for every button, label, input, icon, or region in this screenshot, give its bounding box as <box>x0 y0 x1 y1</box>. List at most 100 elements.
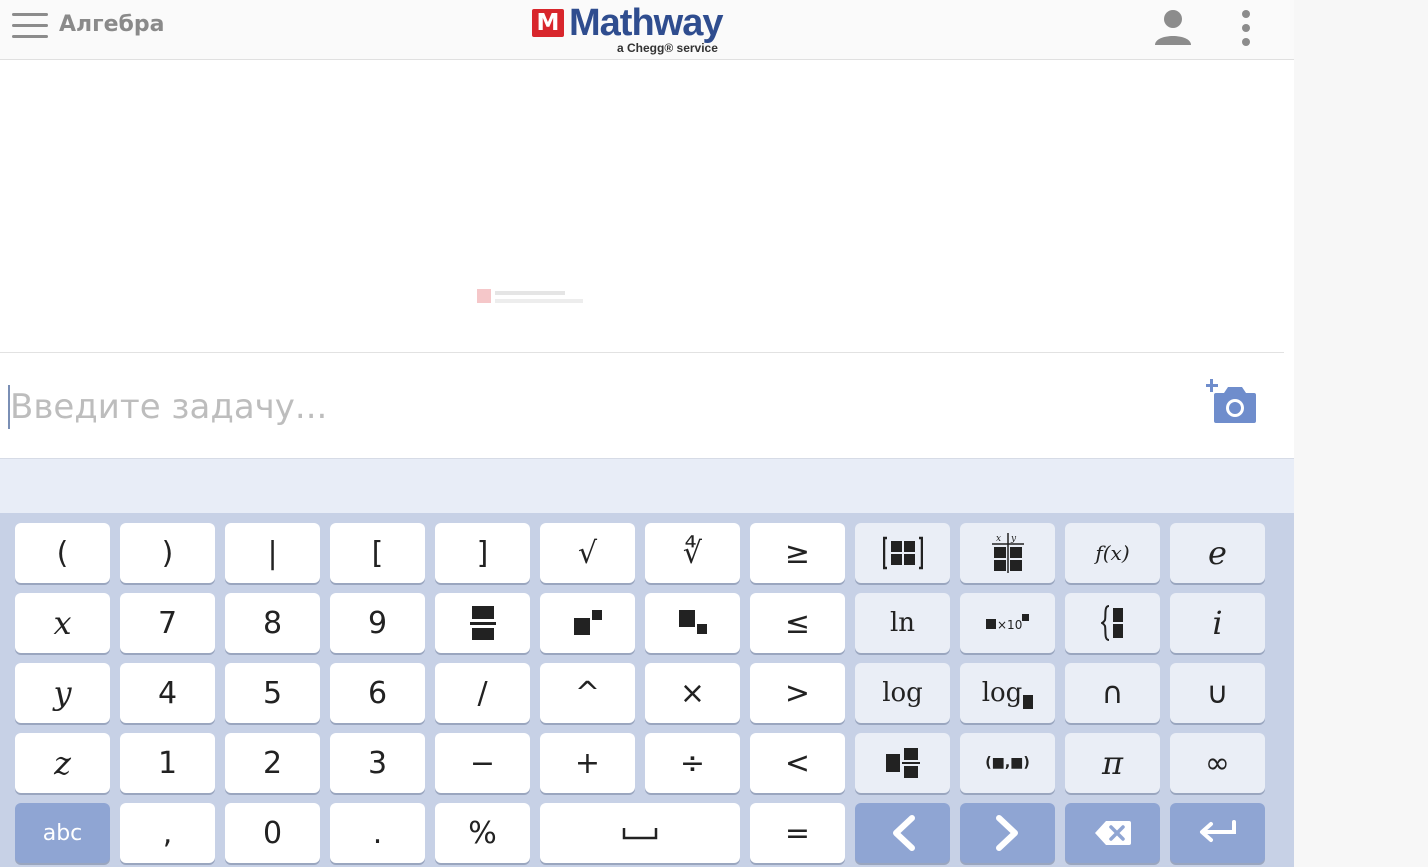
svg-text:y: y <box>1010 534 1017 544</box>
key-label: i <box>1212 604 1223 642</box>
matrix-icon <box>882 536 923 570</box>
sqrt-key[interactable]: √ <box>540 523 635 583</box>
caret-key[interactable]: ^ <box>540 663 635 723</box>
z-key[interactable]: z <box>15 733 110 793</box>
log-base-icon: log <box>982 677 1034 709</box>
greater-key[interactable]: > <box>750 663 845 723</box>
subject-title[interactable]: Алгебра <box>59 12 165 37</box>
pi-key[interactable]: π <box>1065 733 1160 793</box>
divide-key[interactable]: ÷ <box>645 733 740 793</box>
equals-key[interactable]: = <box>750 803 845 863</box>
math-keyboard: () | [] √ ∜ ≥ x y f(x) e x 7 8 9 ≤ ln ×10 i y 4 5 6 / ^ × > log log… <box>0 513 1294 867</box>
piecewise-key[interactable] <box>1065 593 1160 653</box>
open-paren-key[interactable]: ( <box>15 523 110 583</box>
cursor-right-key[interactable] <box>960 803 1055 863</box>
digit-2-key[interactable]: 2 <box>225 733 320 793</box>
key-label: ln <box>889 608 916 638</box>
key-label: | <box>267 535 278 571</box>
imaginary-key[interactable]: i <box>1170 593 1265 653</box>
nth-root-key[interactable]: ∜ <box>645 523 740 583</box>
plus-key[interactable]: + <box>540 733 635 793</box>
key-label: ∪ <box>1206 675 1229 711</box>
camera-icon[interactable] <box>1206 379 1258 425</box>
matrix-key[interactable] <box>855 523 950 583</box>
infinity-key[interactable]: ∞ <box>1170 733 1265 793</box>
superscript-key[interactable] <box>540 593 635 653</box>
x-key[interactable]: x <box>15 593 110 653</box>
key-label: × <box>679 675 706 711</box>
xy-table-icon: xy <box>991 533 1024 573</box>
key-label: π <box>1101 744 1124 782</box>
more-vertical-icon[interactable] <box>1238 9 1254 47</box>
ordered-pair-key[interactable]: (■,■) <box>960 733 1055 793</box>
menu-icon[interactable] <box>12 13 48 39</box>
ln-key[interactable]: ln <box>855 593 950 653</box>
digit-7-key[interactable]: 7 <box>120 593 215 653</box>
multiply-key[interactable]: × <box>645 663 740 723</box>
key-label: . <box>372 815 383 851</box>
mathway-logo[interactable]: M Mathway a Chegg® service <box>532 2 742 56</box>
comma-key[interactable]: , <box>120 803 215 863</box>
key-label: 1 <box>157 745 178 781</box>
backspace-icon <box>1094 820 1132 846</box>
key-label: ÷ <box>679 745 706 781</box>
function-key[interactable]: f(x) <box>1065 523 1160 583</box>
conversation-area <box>0 60 1284 353</box>
key-label: > <box>784 675 811 711</box>
key-label: ≤ <box>784 605 811 641</box>
key-label: 0 <box>262 815 283 851</box>
digit-9-key[interactable]: 9 <box>330 593 425 653</box>
union-key[interactable]: ∪ <box>1170 663 1265 723</box>
key-label: ^ <box>574 675 601 711</box>
sci-notation-key[interactable]: ×10 <box>960 593 1055 653</box>
problem-input[interactable] <box>8 385 1162 429</box>
minus-key[interactable]: − <box>435 733 530 793</box>
digit-5-key[interactable]: 5 <box>225 663 320 723</box>
fraction-icon <box>469 606 496 640</box>
digit-1-key[interactable]: 1 <box>120 733 215 793</box>
greater-equal-key[interactable]: ≥ <box>750 523 845 583</box>
logo-wordmark: Mathway <box>569 2 723 44</box>
open-bracket-key[interactable]: [ <box>330 523 425 583</box>
right-margin <box>1294 0 1428 867</box>
log-base-key[interactable]: log <box>960 663 1055 723</box>
close-paren-key[interactable]: ) <box>120 523 215 583</box>
slash-key[interactable]: / <box>435 663 530 723</box>
subscript-key[interactable] <box>645 593 740 653</box>
svg-text:×10: ×10 <box>997 618 1022 632</box>
ordered-pair-icon: (■,■) <box>985 755 1030 771</box>
digit-3-key[interactable]: 3 <box>330 733 425 793</box>
mixed-number-key[interactable] <box>855 733 950 793</box>
log-key[interactable]: log <box>855 663 950 723</box>
key-label: 6 <box>367 675 388 711</box>
enter-key[interactable] <box>1170 803 1265 863</box>
key-label: 5 <box>262 675 283 711</box>
digit-4-key[interactable]: 4 <box>120 663 215 723</box>
key-label: 8 <box>262 605 283 641</box>
key-label: 3 <box>367 745 388 781</box>
chevron-right-icon <box>995 815 1021 851</box>
euler-key[interactable]: e <box>1170 523 1265 583</box>
digit-6-key[interactable]: 6 <box>330 663 425 723</box>
key-label: 4 <box>157 675 178 711</box>
percent-key[interactable]: % <box>435 803 530 863</box>
backspace-key[interactable] <box>1065 803 1160 863</box>
less-key[interactable]: < <box>750 733 845 793</box>
fraction-key[interactable] <box>435 593 530 653</box>
abc-key[interactable]: abc <box>15 803 110 863</box>
digit-8-key[interactable]: 8 <box>225 593 320 653</box>
abs-bar-key[interactable]: | <box>225 523 320 583</box>
key-label: ( <box>56 535 69 571</box>
key-label: 2 <box>262 745 283 781</box>
period-key[interactable]: . <box>330 803 425 863</box>
close-bracket-key[interactable]: ] <box>435 523 530 583</box>
y-key[interactable]: y <box>15 663 110 723</box>
key-label: / <box>477 675 488 711</box>
cursor-left-key[interactable] <box>855 803 950 863</box>
less-equal-key[interactable]: ≤ <box>750 593 845 653</box>
digit-0-key[interactable]: 0 <box>225 803 320 863</box>
space-key[interactable] <box>540 803 740 863</box>
intersection-key[interactable]: ∩ <box>1065 663 1160 723</box>
user-icon[interactable] <box>1153 7 1193 47</box>
table-key[interactable]: xy <box>960 523 1055 583</box>
